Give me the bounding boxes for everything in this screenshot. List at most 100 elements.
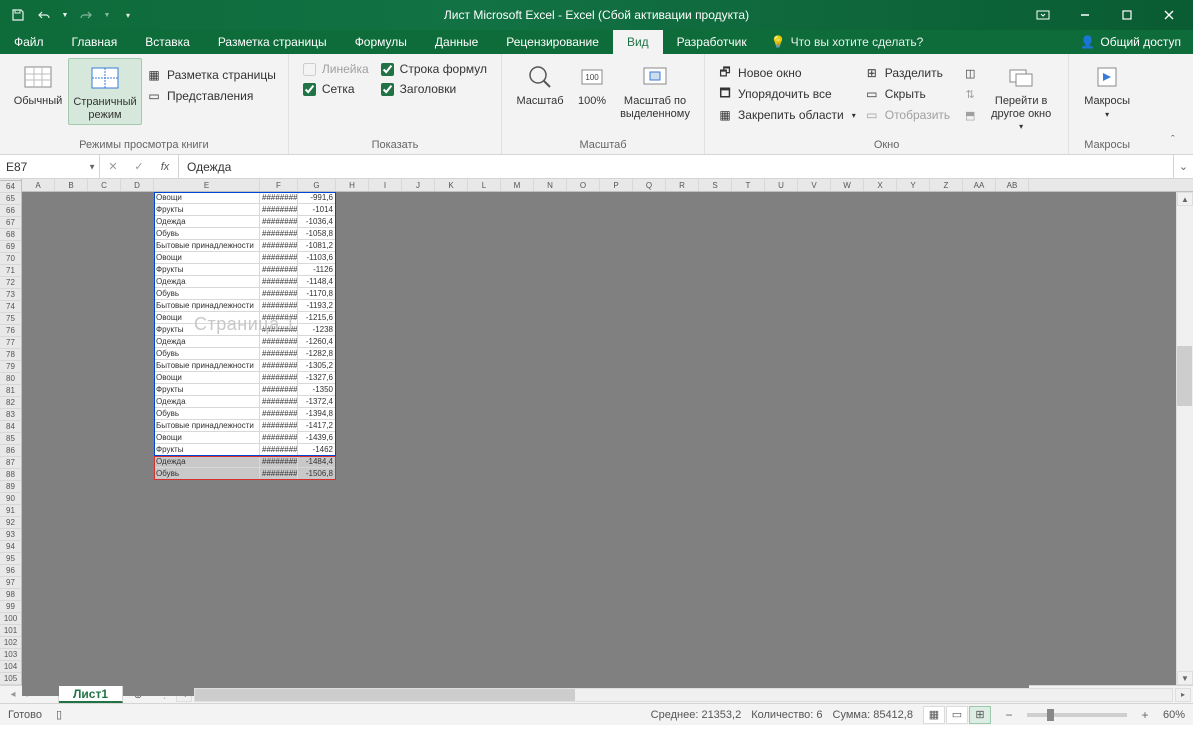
cell[interactable] (468, 672, 501, 684)
cell[interactable] (435, 576, 468, 588)
cell[interactable]: Овощи (154, 312, 260, 324)
cell[interactable] (897, 252, 930, 264)
cell[interactable] (864, 264, 897, 276)
cell[interactable] (435, 528, 468, 540)
cell[interactable] (732, 672, 765, 684)
cell[interactable] (121, 312, 154, 324)
cell[interactable] (22, 408, 55, 420)
cell[interactable] (468, 372, 501, 384)
cell[interactable] (468, 228, 501, 240)
cell[interactable] (55, 444, 88, 456)
cell[interactable] (55, 576, 88, 588)
cell[interactable] (336, 264, 369, 276)
cell[interactable] (55, 540, 88, 552)
cell[interactable] (402, 528, 435, 540)
cell[interactable] (864, 540, 897, 552)
cell[interactable] (336, 456, 369, 468)
cell[interactable] (666, 360, 699, 372)
cell[interactable] (699, 372, 732, 384)
cell[interactable] (567, 612, 600, 624)
cell[interactable]: Обувь (154, 228, 260, 240)
redo-dropdown-icon[interactable]: ▼ (102, 5, 112, 25)
cell[interactable]: Одежда (154, 216, 260, 228)
reset-pos-icon[interactable]: ⬒ (962, 106, 978, 124)
cell[interactable] (402, 228, 435, 240)
cell[interactable] (369, 300, 402, 312)
cell[interactable] (963, 672, 996, 684)
cell[interactable] (88, 564, 121, 576)
cell[interactable] (600, 504, 633, 516)
cell[interactable] (765, 216, 798, 228)
normal-view-icon[interactable]: ▦ (923, 706, 945, 724)
cell[interactable] (831, 348, 864, 360)
cell[interactable] (369, 492, 402, 504)
cell[interactable] (22, 288, 55, 300)
cell[interactable] (121, 564, 154, 576)
cell[interactable] (897, 384, 930, 396)
row-header[interactable]: 73 (0, 289, 21, 301)
zoom-level[interactable]: 60% (1163, 709, 1185, 721)
cell[interactable] (336, 516, 369, 528)
cell[interactable]: ######## (260, 444, 298, 456)
cell[interactable] (897, 372, 930, 384)
cell[interactable] (336, 300, 369, 312)
cell[interactable] (831, 312, 864, 324)
cell[interactable] (55, 360, 88, 372)
cell[interactable] (930, 444, 963, 456)
chevron-down-icon[interactable]: ▼ (88, 162, 96, 171)
cell[interactable] (336, 276, 369, 288)
cell[interactable] (963, 336, 996, 348)
cell[interactable] (88, 408, 121, 420)
cell[interactable] (765, 420, 798, 432)
cell[interactable] (501, 624, 534, 636)
cell[interactable] (369, 600, 402, 612)
cell[interactable] (298, 660, 336, 672)
cell[interactable] (369, 624, 402, 636)
cell[interactable] (831, 276, 864, 288)
cell[interactable] (732, 420, 765, 432)
cell[interactable] (468, 600, 501, 612)
col-header[interactable]: L (468, 179, 501, 191)
cell[interactable] (831, 648, 864, 660)
row-header[interactable]: 67 (0, 217, 21, 229)
cell[interactable]: -1170,8 (298, 288, 336, 300)
cell[interactable] (666, 648, 699, 660)
cell[interactable] (831, 588, 864, 600)
cell[interactable] (435, 360, 468, 372)
cell[interactable] (732, 552, 765, 564)
cell[interactable] (88, 576, 121, 588)
cell[interactable] (336, 408, 369, 420)
cell[interactable] (897, 444, 930, 456)
cell[interactable] (501, 540, 534, 552)
cell[interactable] (897, 600, 930, 612)
cell[interactable] (567, 480, 600, 492)
cell[interactable] (798, 288, 831, 300)
cell[interactable] (468, 336, 501, 348)
cell[interactable]: Одежда (154, 336, 260, 348)
cell[interactable] (765, 336, 798, 348)
cell[interactable] (369, 324, 402, 336)
cell[interactable] (864, 408, 897, 420)
cell[interactable] (600, 468, 633, 480)
cell[interactable] (468, 348, 501, 360)
cell[interactable]: -1058,8 (298, 228, 336, 240)
cell[interactable] (22, 372, 55, 384)
cell[interactable] (699, 516, 732, 528)
cell[interactable] (765, 504, 798, 516)
cell[interactable] (633, 516, 666, 528)
row-header[interactable]: 99 (0, 601, 21, 613)
cell[interactable] (864, 636, 897, 648)
cell[interactable] (996, 588, 1029, 600)
cell[interactable] (55, 660, 88, 672)
col-header[interactable]: G (298, 179, 336, 191)
cell[interactable] (154, 480, 260, 492)
cell[interactable] (732, 516, 765, 528)
cell[interactable] (930, 480, 963, 492)
cell[interactable] (765, 288, 798, 300)
switch-windows-button[interactable]: Перейти в другое окно ▾ (982, 58, 1060, 134)
cell[interactable] (55, 372, 88, 384)
cell[interactable] (963, 300, 996, 312)
cell[interactable] (534, 480, 567, 492)
cell[interactable] (298, 648, 336, 660)
cell[interactable] (22, 300, 55, 312)
